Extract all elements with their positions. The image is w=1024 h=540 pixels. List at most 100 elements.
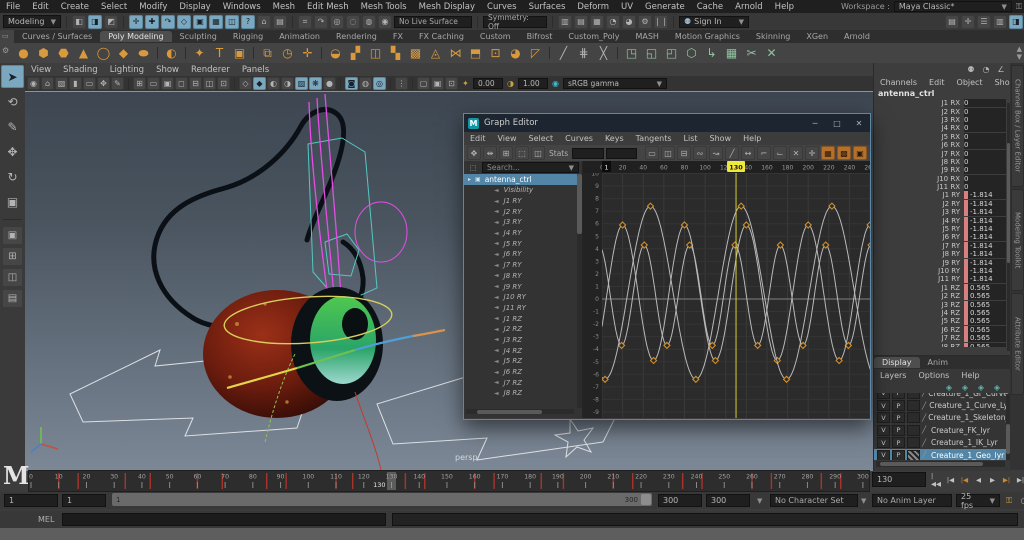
- highlight-selection-icon[interactable]: ▤: [273, 14, 287, 29]
- layer-color-swatch[interactable]: [907, 449, 920, 460]
- layer-visibility-toggle[interactable]: V: [877, 424, 890, 436]
- channel-value-field[interactable]: 0: [964, 174, 1006, 183]
- mask-curves-icon[interactable]: ↷: [161, 14, 175, 29]
- channel-value-field[interactable]: 0.565: [964, 325, 1006, 334]
- channel-value-field[interactable]: 0: [964, 157, 1006, 166]
- outliner-channel-row[interactable]: ◄ J5 RY: [464, 238, 582, 249]
- move-layer-up-icon[interactable]: ◈: [975, 381, 987, 393]
- super-shape-icon[interactable]: ✦: [190, 44, 209, 63]
- wedge-icon[interactable]: ◕: [506, 44, 525, 63]
- channel-value-field[interactable]: -1.814: [964, 275, 1006, 284]
- shelf-scroll-icon[interactable]: ▲ ▼: [1017, 45, 1022, 61]
- symmetry-field[interactable]: Symmetry: Off: [483, 13, 547, 31]
- channel-value-field[interactable]: 0: [964, 141, 1006, 150]
- channel-value-field[interactable]: -1.814: [964, 258, 1006, 267]
- exposure-field[interactable]: 0.00: [473, 78, 503, 89]
- channel-row[interactable]: J10 RY -1.814: [874, 267, 1011, 275]
- channel-value-field[interactable]: -1.814: [964, 250, 1006, 259]
- reduce-icon[interactable]: ◬: [426, 44, 445, 63]
- snapshot-icon[interactable]: ⊡: [445, 77, 458, 90]
- select-object-icon[interactable]: ◨: [88, 14, 102, 29]
- shelf-tab-skinning[interactable]: Skinning: [748, 31, 798, 42]
- channel-value-field[interactable]: -1.814: [964, 216, 1006, 225]
- screen-ao-icon[interactable]: ❋: [309, 77, 322, 90]
- outliner-channel-row[interactable]: ◄ J5 RZ: [464, 356, 582, 367]
- poly-sphere-icon[interactable]: ●: [14, 44, 33, 63]
- shelf-tab-poly-modeling[interactable]: Poly Modeling: [100, 31, 172, 42]
- shelf-tab-custom-poly[interactable]: Custom_Poly: [560, 31, 627, 42]
- snap-point-icon[interactable]: ◎: [330, 14, 344, 29]
- channel-menu-channels[interactable]: Channels: [874, 78, 923, 87]
- shelf-tab-sculpting[interactable]: Sculpting: [172, 31, 225, 42]
- layer-playback-toggle[interactable]: P: [892, 412, 905, 424]
- channel-row[interactable]: J10 RX 0: [874, 174, 1011, 183]
- shelf-menu-icon[interactable]: ▭: [2, 32, 9, 40]
- snap-curve-icon[interactable]: ↷: [314, 14, 328, 29]
- channel-row[interactable]: J1 RY -1.814: [874, 191, 1011, 200]
- retopo-icon[interactable]: ⊡: [486, 44, 505, 63]
- channel-row[interactable]: J11 RX 0: [874, 183, 1011, 192]
- mask-deformers-icon[interactable]: ▣: [193, 14, 207, 29]
- paint-select-tool[interactable]: ✎: [1, 115, 24, 138]
- channel-row[interactable]: J9 RY -1.814: [874, 258, 1011, 267]
- channel-row[interactable]: J6 RZ 0.565: [874, 325, 1011, 334]
- menu-arnold[interactable]: Arnold: [729, 2, 769, 12]
- channel-row[interactable]: J9 RX 0: [874, 166, 1011, 175]
- channel-row[interactable]: J4 RZ 0.565: [874, 308, 1011, 317]
- layer-color-swatch[interactable]: [907, 393, 920, 399]
- curve-filter-icon[interactable]: ▣: [853, 146, 867, 160]
- gamma-icon[interactable]: ◑: [504, 77, 517, 90]
- plateau-tangent-icon[interactable]: ⌙: [773, 146, 787, 160]
- menu-edit-mesh[interactable]: Edit Mesh: [301, 2, 355, 12]
- outliner-channel-row[interactable]: ◄ J8 RZ: [464, 388, 582, 399]
- clamped-tangent-icon[interactable]: ↝: [709, 146, 723, 160]
- shelf-gear-icon[interactable]: ⚙: [2, 46, 9, 55]
- step-back-frame-button[interactable]: |◀: [944, 472, 957, 487]
- layer-playback-toggle[interactable]: P: [892, 424, 905, 436]
- modeling-toolkit-toggle-icon[interactable]: ◨: [1009, 14, 1023, 29]
- swap-buffer-icon[interactable]: ▩: [837, 146, 851, 160]
- shelf-tab-bifrost[interactable]: Bifrost: [519, 31, 561, 42]
- character-set-caret-icon[interactable]: ▼: [757, 497, 762, 505]
- outliner-channel-row[interactable]: ◄ J11 RY: [464, 303, 582, 314]
- lasso-select-tool[interactable]: ⟲: [1, 90, 24, 113]
- select-hierarchy-icon[interactable]: ◧: [72, 14, 86, 29]
- outliner-channel-row[interactable]: ◄ J9 RY: [464, 281, 582, 292]
- history-icon[interactable]: ▦: [590, 14, 604, 29]
- shelf-tab-rigging[interactable]: Rigging: [225, 31, 271, 42]
- layout-four-pane[interactable]: ⊞: [2, 247, 23, 266]
- snap-grid-icon[interactable]: ⌗: [298, 14, 312, 29]
- mask-misc-icon[interactable]: ?: [241, 14, 255, 29]
- fill-hole-icon[interactable]: ⬡: [682, 44, 701, 63]
- channel-row[interactable]: J8 RX 0: [874, 157, 1011, 166]
- shelf-tab-xgen[interactable]: XGen: [798, 31, 836, 42]
- select-tool[interactable]: ➤: [1, 65, 24, 88]
- pause-icon[interactable]: ❘❘: [654, 14, 668, 29]
- channel-value-field[interactable]: 0: [964, 99, 1006, 108]
- exposure-icon[interactable]: ✦: [459, 77, 472, 90]
- mask-joints-icon[interactable]: ✚: [145, 14, 159, 29]
- panel-menu-view[interactable]: View: [25, 65, 57, 75]
- layer-menu-help[interactable]: Help: [955, 371, 985, 380]
- layer-visibility-toggle[interactable]: V: [877, 393, 890, 399]
- channel-value-field[interactable]: -1.814: [964, 241, 1006, 250]
- graph-menu-view[interactable]: View: [492, 134, 523, 143]
- channel-row[interactable]: J2 RZ 0.565: [874, 292, 1011, 301]
- bevel-icon[interactable]: ◱: [642, 44, 661, 63]
- shadows-icon[interactable]: ▨: [295, 77, 308, 90]
- pan-zoom-icon[interactable]: ✥: [97, 77, 110, 90]
- menu-generate[interactable]: Generate: [639, 2, 691, 12]
- playback-start-field[interactable]: 1: [62, 494, 106, 507]
- menu-edit[interactable]: Edit: [26, 2, 54, 12]
- layout-single-pane[interactable]: ▣: [2, 226, 23, 245]
- connect-icon[interactable]: ✂: [742, 44, 761, 63]
- layer-menu-options[interactable]: Options: [912, 371, 955, 380]
- outliner-channel-row[interactable]: ◄ J4 RZ: [464, 345, 582, 356]
- normalized-view-icon[interactable]: ⊟: [677, 146, 691, 160]
- shelf-tab-motion-graphics[interactable]: Motion Graphics: [667, 31, 748, 42]
- step-back-key-button[interactable]: |◀: [958, 472, 971, 487]
- outliner-channel-row[interactable]: ◄ J3 RY: [464, 217, 582, 228]
- anim-layer-selector[interactable]: No Anim Layer: [872, 494, 952, 507]
- channel-row[interactable]: J7 RZ 0.565: [874, 334, 1011, 343]
- stacked-view-icon[interactable]: ◫: [661, 146, 675, 160]
